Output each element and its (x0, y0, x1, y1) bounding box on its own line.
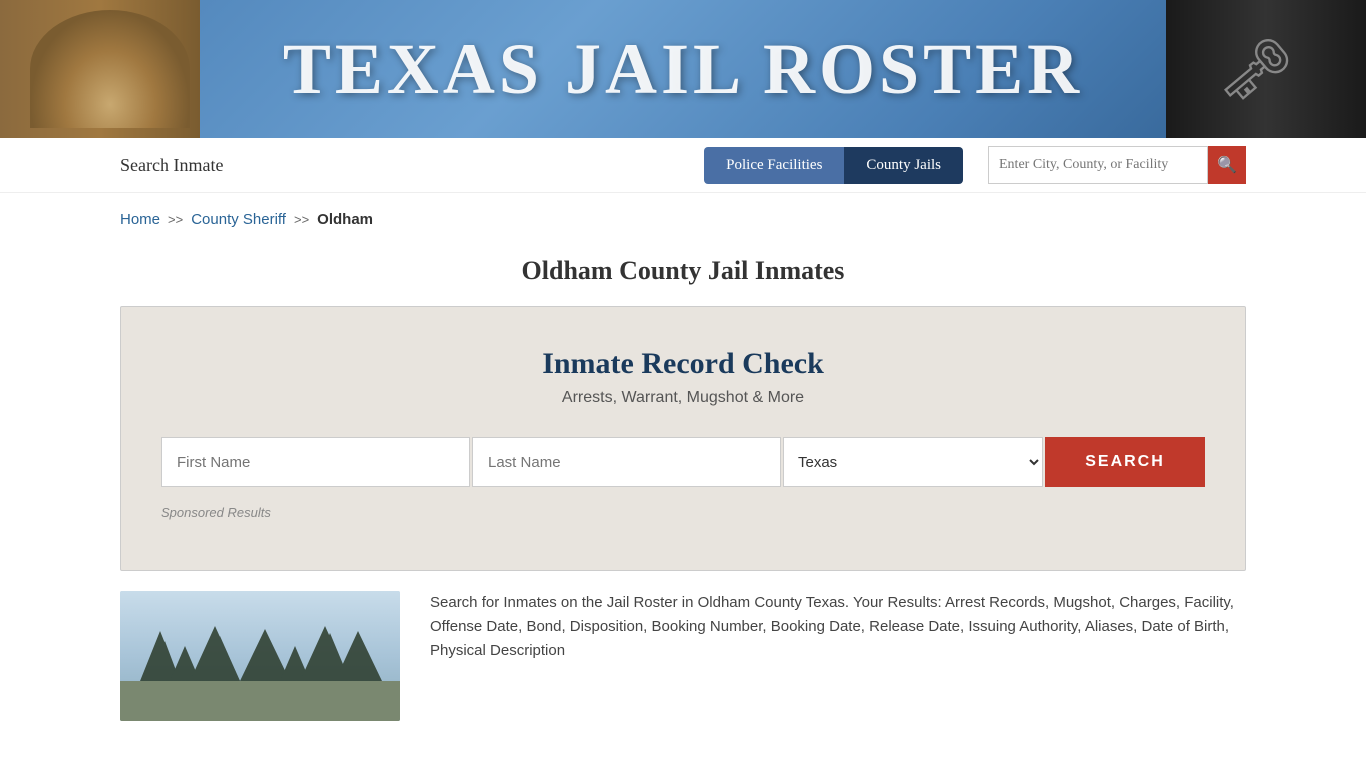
breadcrumb-current: Oldham (317, 211, 373, 228)
record-check-box: Inmate Record Check Arrests, Warrant, Mu… (120, 306, 1246, 571)
sponsored-label: Sponsored Results (161, 505, 1205, 520)
breadcrumb-county-sheriff-link[interactable]: County Sheriff (191, 211, 286, 228)
facility-search-box: 🔍 (988, 146, 1246, 184)
page-title-section: Oldham County Jail Inmates (0, 246, 1366, 306)
record-check-form: AlabamaAlaskaArizonaArkansasCaliforniaCo… (161, 437, 1205, 487)
page-title: Oldham County Jail Inmates (0, 256, 1366, 286)
capitol-dome (30, 10, 190, 128)
record-check-subtitle: Arrests, Warrant, Mugshot & More (161, 389, 1205, 407)
county-image-svg (120, 591, 400, 721)
record-search-button[interactable]: SEARCH (1045, 437, 1205, 487)
nav-bar: Search Inmate Police Facilities County J… (0, 138, 1366, 193)
bottom-description: Search for Inmates on the Jail Roster in… (430, 591, 1246, 721)
breadcrumb-home-link[interactable]: Home (120, 211, 160, 228)
nav-facility-buttons: Police Facilities County Jails (704, 147, 963, 184)
first-name-input[interactable] (161, 437, 470, 487)
facility-search-button[interactable]: 🔍 (1208, 146, 1246, 184)
keys-decoration: 🗝 (1166, 0, 1346, 138)
breadcrumb: Home >> County Sheriff >> Oldham (0, 193, 1366, 246)
record-check-title: Inmate Record Check (161, 347, 1205, 381)
breadcrumb-sep-1: >> (168, 212, 183, 227)
last-name-input[interactable] (472, 437, 781, 487)
header-banner: Texas Jail Roster 🗝 (0, 0, 1366, 138)
bottom-section: Search for Inmates on the Jail Roster in… (0, 591, 1366, 721)
county-jails-button[interactable]: County Jails (844, 147, 963, 184)
facility-search-input[interactable] (988, 146, 1208, 184)
search-icon: 🔍 (1217, 155, 1237, 175)
county-image (120, 591, 400, 721)
police-facilities-button[interactable]: Police Facilities (704, 147, 844, 184)
search-inmate-label: Search Inmate (120, 155, 684, 176)
banner-right-decoration: 🗝 (1166, 0, 1366, 138)
breadcrumb-sep-2: >> (294, 212, 309, 227)
site-title: Texas Jail Roster (283, 28, 1083, 111)
banner-left-decoration (0, 0, 200, 138)
state-select[interactable]: AlabamaAlaskaArizonaArkansasCaliforniaCo… (783, 437, 1043, 487)
